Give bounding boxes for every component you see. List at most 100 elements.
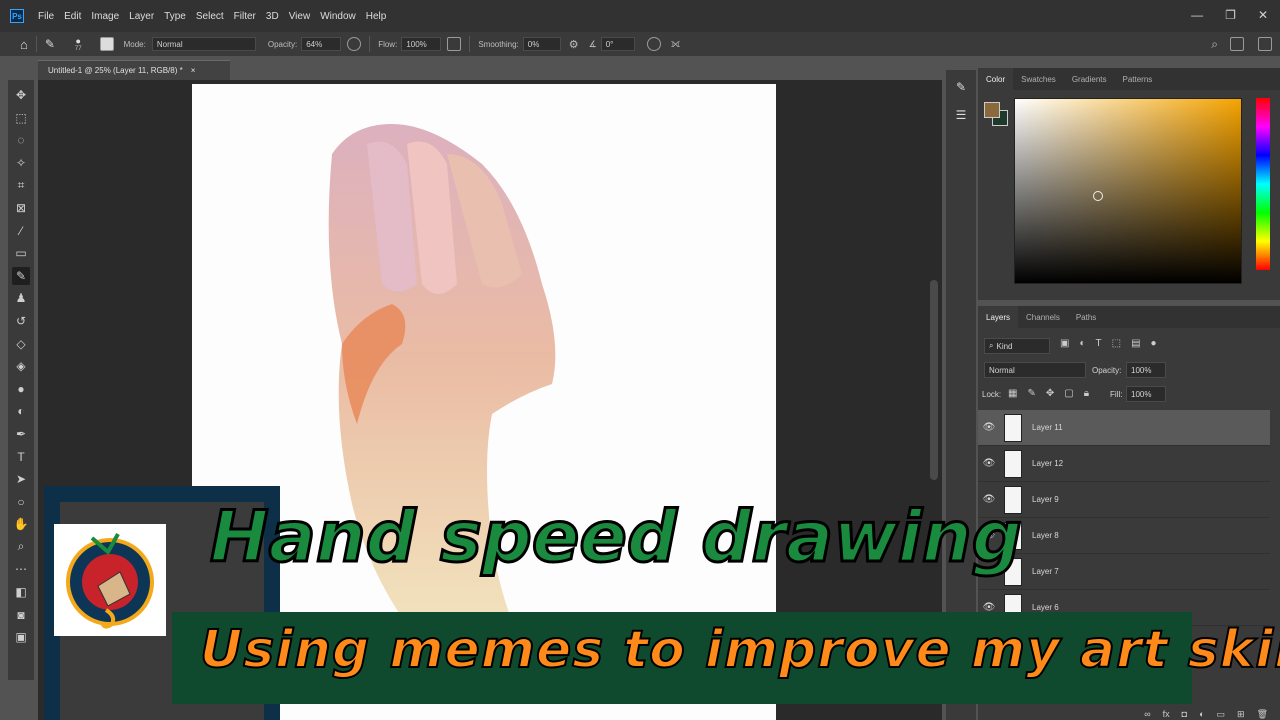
gear-icon[interactable]: ⚙ [569,38,579,51]
screen-mode-icon[interactable]: ▣ [12,628,30,646]
dodge-tool-icon[interactable]: ◐ [12,402,30,420]
photoshop-logo-icon[interactable]: Ps [10,9,24,23]
color-panel: Color Swatches Gradients Patterns [978,68,1280,300]
lock-artboard-icon[interactable]: ▢ [1064,388,1073,399]
layer-row-layer-11[interactable]: 👁︎ Layer 11 [978,410,1270,446]
brush-tool-icon[interactable]: ✎ [12,266,30,285]
crop-tool-icon[interactable]: ⌗ [12,176,30,194]
lasso-tool-icon[interactable]: ◌ [12,131,30,149]
tab-paths[interactable]: Paths [1068,313,1104,322]
eraser-tool-icon[interactable]: ◇ [12,335,30,353]
lock-position-icon[interactable]: ✥ [1046,388,1054,399]
restore-button[interactable]: ❐ [1225,8,1236,22]
add-mask-icon[interactable]: ◘ [1182,709,1187,720]
home-icon[interactable]: ⌂ [20,37,28,52]
history-brush-tool-icon[interactable]: ↺ [12,312,30,330]
frame-tool-icon[interactable]: ⊠ [12,199,30,217]
menu-select[interactable]: Select [196,11,224,22]
type-filter-icon[interactable]: T [1096,338,1102,349]
visibility-eye-icon[interactable]: 👁︎ [978,458,1000,469]
brush-settings-icon[interactable] [99,37,114,51]
hue-slider[interactable] [1256,98,1270,270]
quick-mask-icon[interactable]: ◙ [12,606,30,624]
menu-filter[interactable]: Filter [234,11,256,22]
brush-settings-panel-icon[interactable]: ✎ [952,80,970,98]
close-window-button[interactable]: ✕ [1258,8,1268,22]
lock-pixels-icon[interactable]: ✎ [1027,388,1035,399]
visibility-eye-icon[interactable]: 👁︎ [978,422,1000,433]
healing-brush-tool-icon[interactable]: ▭ [12,244,30,262]
path-selection-tool-icon[interactable]: ➤ [12,470,30,488]
symmetry-icon[interactable]: ⟗ [671,38,681,51]
brush-tool-icon[interactable]: ✎ [45,37,55,51]
menu-window[interactable]: Window [320,11,356,22]
angle-input[interactable]: 0° [600,37,635,51]
new-group-icon[interactable]: ▭ [1217,709,1226,720]
tab-swatches[interactable]: Swatches [1013,75,1064,84]
shape-filter-icon[interactable]: ⬚ [1112,338,1121,349]
tab-channels[interactable]: Channels [1018,313,1068,322]
pressure-opacity-icon[interactable] [347,37,362,51]
color-picker-cursor[interactable] [1093,191,1103,201]
smart-object-filter-icon[interactable]: ▤ [1131,338,1140,349]
flow-input[interactable]: 100% [401,37,442,51]
menu-3d[interactable]: 3D [266,11,279,22]
blur-tool-icon[interactable]: ● [12,380,30,398]
clone-stamp-tool-icon[interactable]: ♟ [12,289,30,307]
more-tools-icon[interactable]: ⋯ [12,560,30,578]
color-picker-field[interactable] [1014,98,1242,284]
search-icon[interactable]: ⌕ [1211,37,1218,52]
menu-type[interactable]: Type [164,11,186,22]
pen-tool-icon[interactable]: ✒ [12,425,30,443]
menu-help[interactable]: Help [366,11,387,22]
lock-transparent-icon[interactable]: ▦ [1008,388,1017,399]
tab-patterns[interactable]: Patterns [1115,75,1161,84]
adjustment-filter-icon[interactable]: ◐ [1079,338,1085,349]
move-tool-icon[interactable]: ✥ [12,86,30,104]
blend-mode-select[interactable]: Normal [984,362,1086,378]
pressure-size-icon[interactable] [646,37,661,51]
smoothing-input[interactable]: 0% [522,37,561,51]
menu-file[interactable]: File [38,11,54,22]
vertical-scrollbar[interactable] [930,280,938,480]
layer-opacity-input[interactable]: 100% [1126,362,1166,378]
delete-layer-icon[interactable]: 🗑︎ [1257,709,1268,720]
color-swatches-icon[interactable]: ◧ [12,583,30,601]
mode-select[interactable]: Normal [151,37,256,51]
menu-image[interactable]: Image [91,11,119,22]
airbrush-icon[interactable] [447,37,462,51]
marquee-tool-icon[interactable]: ⬚ [12,109,30,127]
type-tool-icon[interactable]: T [12,448,30,466]
tab-gradients[interactable]: Gradients [1064,75,1115,84]
share-icon[interactable] [1258,37,1272,51]
menu-view[interactable]: View [289,11,311,22]
close-tab-icon[interactable]: × [191,66,196,75]
link-layers-icon[interactable]: ∞ [1144,709,1150,720]
ellipse-tool-icon[interactable]: ○ [12,493,30,511]
minimize-button[interactable]: — [1191,8,1203,22]
brush-preset-picker[interactable]: ● 77 [75,36,82,52]
tab-layers[interactable]: Layers [978,306,1019,328]
menu-edit[interactable]: Edit [64,11,81,22]
adjustment-layer-icon[interactable]: ◐ [1199,709,1204,720]
fill-input[interactable]: 100% [1126,386,1166,402]
zoom-tool-icon[interactable]: ⌕ [12,538,30,556]
opacity-input[interactable]: 64% [301,37,342,51]
fx-icon[interactable]: fx [1163,709,1170,720]
menu-layer[interactable]: Layer [129,11,154,22]
foreground-color-swatch[interactable] [984,102,1000,118]
new-layer-icon[interactable]: ⊞ [1237,709,1245,720]
hand-tool-icon[interactable]: ✋ [12,515,30,533]
magic-wand-tool-icon[interactable]: ✧ [12,154,30,172]
adjustments-panel-icon[interactable]: ☰ [952,108,970,126]
lock-all-icon[interactable]: 🔒︎ [1084,388,1089,399]
image-filter-icon[interactable]: ▣ [1060,338,1069,349]
layer-row-layer-12[interactable]: 👁︎ Layer 12 [978,446,1270,482]
document-tab[interactable]: Untitled-1 @ 25% (Layer 11, RGB/8) * × [38,60,230,80]
layer-filter-select[interactable]: ⌕ Kind [984,338,1050,354]
filter-toggle-icon[interactable]: ● [1151,338,1157,349]
tab-color[interactable]: Color [978,68,1014,90]
eyedropper-tool-icon[interactable]: ⁄ [12,222,30,240]
workspace-icon[interactable] [1230,37,1244,51]
paint-bucket-tool-icon[interactable]: ◈ [12,357,30,375]
